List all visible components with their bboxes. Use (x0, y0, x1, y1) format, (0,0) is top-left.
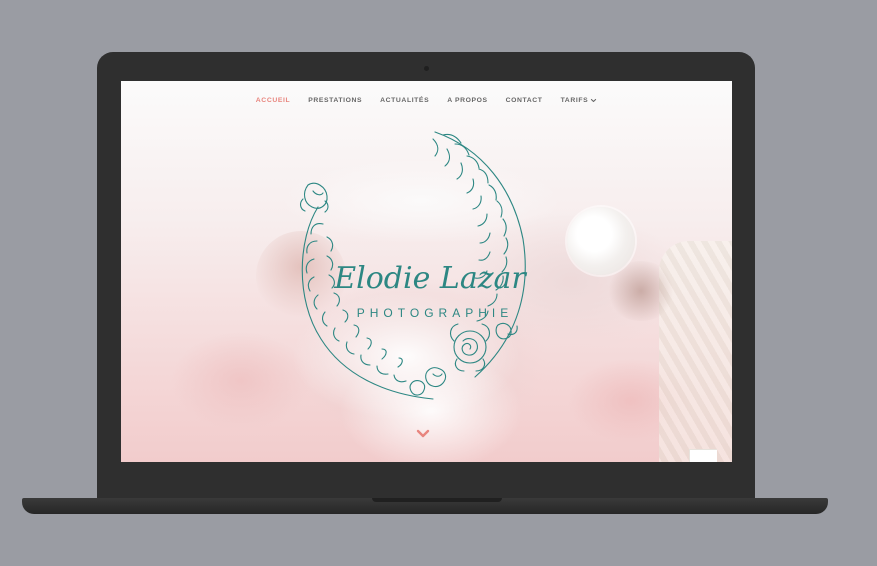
nav-item-label: TARIFS (560, 97, 589, 104)
camera (424, 66, 429, 71)
nav-item-label: ACTUALITÉS (380, 97, 430, 104)
nav-item-contact[interactable]: CONTACT (506, 97, 543, 104)
logo: Elodie Lazar PHOTOGRAPHIE (283, 129, 563, 414)
nav-item-label: PRESTATIONS (308, 97, 363, 104)
laptop-notch (372, 498, 502, 502)
hero-photo-flower (567, 207, 635, 275)
logo-subtitle: PHOTOGRAPHIE (356, 306, 514, 320)
logo-title: Elodie Lazar (334, 261, 526, 296)
back-to-top-button[interactable] (689, 449, 717, 462)
nav-item-prestations[interactable]: PRESTATIONS (308, 97, 362, 104)
nav-item-a-propos[interactable]: A PROPOS (447, 97, 487, 104)
nav-item-accueil[interactable]: ACCUEIL (256, 97, 290, 104)
nav-item-actualites[interactable]: ACTUALITÉS (380, 97, 429, 104)
chevron-down-icon[interactable] (416, 429, 430, 439)
laptop-screen: ACCUEIL PRESTATIONS ACTUALITÉS A PROPOS … (121, 81, 732, 462)
nav-item-label: A PROPOS (447, 97, 488, 104)
chevron-down-icon (591, 98, 597, 103)
nav-item-tarifs[interactable]: TARIFS (561, 97, 598, 104)
main-navigation: ACCUEIL PRESTATIONS ACTUALITÉS A PROPOS … (121, 97, 732, 104)
nav-item-label: CONTACT (505, 97, 543, 104)
nav-item-label: ACCUEIL (255, 97, 291, 104)
